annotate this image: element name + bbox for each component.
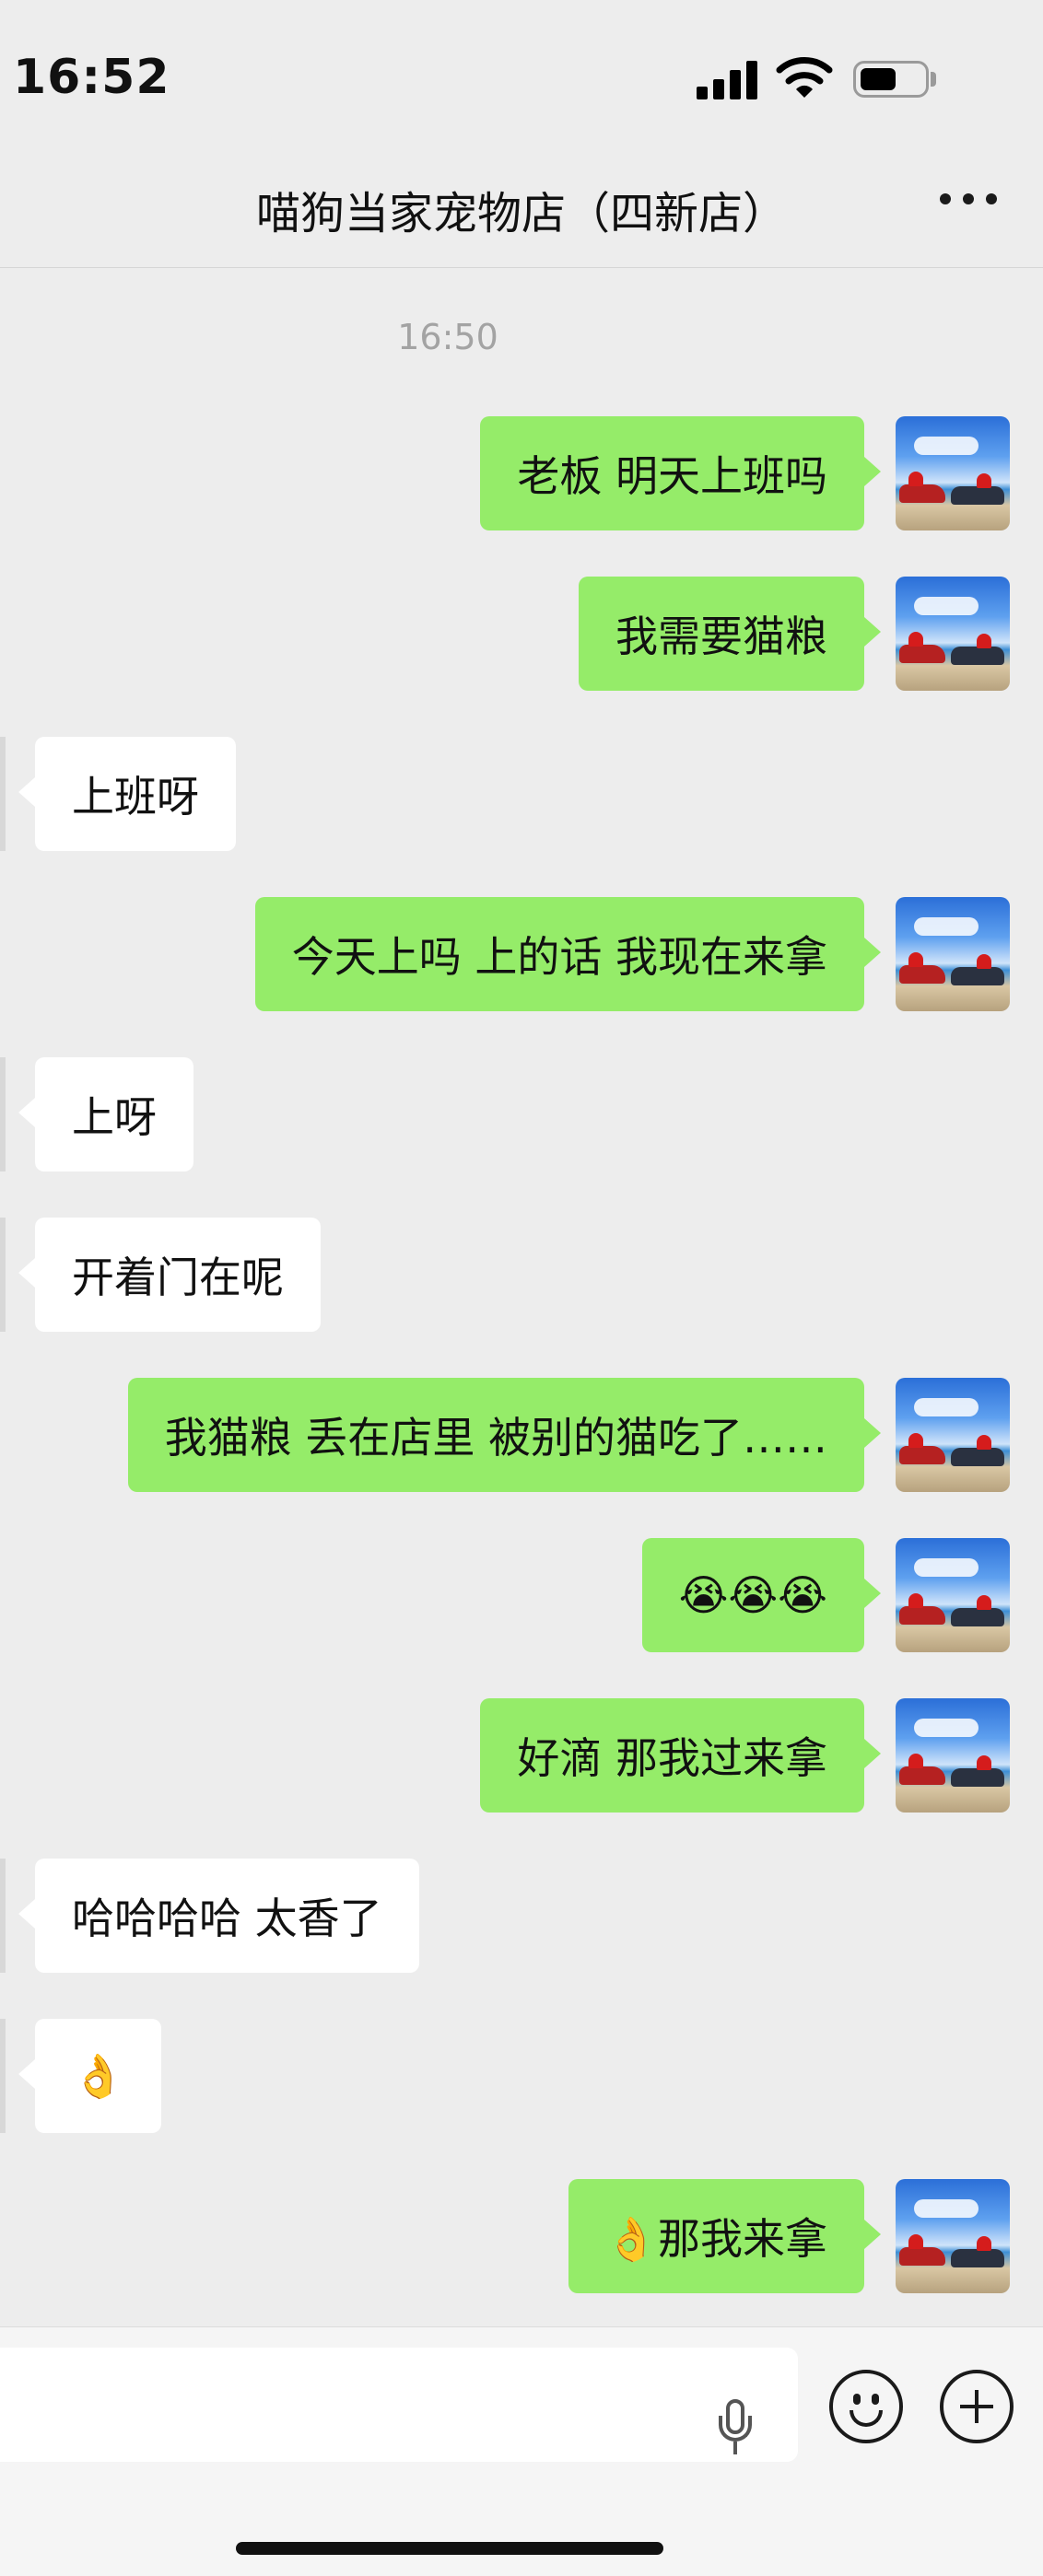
message-row: 开着门在呢	[0, 1218, 1043, 1332]
chat-header: 喵狗当家宠物店（四新店）	[0, 147, 1043, 268]
contact-avatar[interactable]	[0, 2019, 6, 2133]
microphone-icon[interactable]	[719, 2399, 752, 2454]
status-time: 16:52	[13, 50, 170, 105]
my-avatar[interactable]	[896, 1378, 1010, 1492]
chat-title: 喵狗当家宠物店（四新店）	[255, 188, 787, 239]
input-bar	[0, 2326, 1043, 2576]
contact-avatar[interactable]	[0, 737, 6, 851]
message-row: 我猫粮 丢在店里 被别的猫吃了……	[0, 1378, 1043, 1492]
message-row: 😭😭😭	[0, 1538, 1043, 1652]
my-avatar[interactable]	[896, 577, 1010, 691]
plus-icon[interactable]	[940, 2370, 1014, 2443]
outgoing-message[interactable]: 好滴 那我过来拿	[480, 1698, 881, 1813]
message-input[interactable]	[0, 2348, 798, 2462]
message-row: 👌那我来拿	[0, 2179, 1043, 2293]
wifi-icon	[776, 57, 833, 98]
message-row: 好滴 那我过来拿	[0, 1698, 1043, 1813]
outgoing-message[interactable]: 我需要猫粮	[579, 577, 881, 691]
my-avatar[interactable]	[896, 897, 1010, 1011]
outgoing-message[interactable]: 👌那我来拿	[568, 2179, 882, 2293]
message-row: 今天上吗 上的话 我现在来拿	[0, 897, 1043, 1011]
my-avatar[interactable]	[896, 1698, 1010, 1813]
battery-tip	[931, 72, 936, 87]
outgoing-message[interactable]: 😭😭😭	[641, 1538, 882, 1652]
my-avatar[interactable]	[896, 1538, 1010, 1652]
my-avatar[interactable]	[896, 416, 1010, 530]
incoming-message[interactable]: 哈哈哈哈 太香了	[18, 1859, 419, 1973]
emoji-icon[interactable]	[829, 2370, 903, 2443]
home-indicator[interactable]	[236, 2542, 663, 2555]
message-row: 上班呀	[0, 737, 1043, 851]
contact-avatar[interactable]	[0, 1859, 6, 1973]
incoming-message[interactable]: 上班呀	[18, 737, 236, 851]
contact-avatar[interactable]	[0, 1057, 6, 1171]
incoming-message[interactable]: 👌	[18, 2019, 162, 2133]
outgoing-message[interactable]: 今天上吗 上的话 我现在来拿	[254, 897, 882, 1011]
outgoing-message[interactable]: 我猫粮 丢在店里 被别的猫吃了……	[127, 1378, 882, 1492]
message-row: 上呀	[0, 1057, 1043, 1171]
message-row: 老板 明天上班吗	[0, 416, 1043, 530]
my-avatar[interactable]	[896, 2179, 1010, 2293]
more-icon[interactable]	[936, 181, 1001, 217]
status-bar: 16:52	[0, 0, 1043, 147]
incoming-message[interactable]: 开着门在呢	[18, 1218, 321, 1332]
message-row: 我需要猫粮	[0, 577, 1043, 691]
message-row: 哈哈哈哈 太香了	[0, 1859, 1043, 1973]
message-row: 👌	[0, 2019, 1043, 2133]
battery-icon	[853, 61, 929, 98]
contact-avatar[interactable]	[0, 1218, 6, 1332]
cellular-signal-icon	[697, 59, 761, 99]
message-timestamp: 16:50	[397, 317, 498, 357]
outgoing-message[interactable]: 老板 明天上班吗	[480, 416, 881, 530]
incoming-message[interactable]: 上呀	[18, 1057, 193, 1171]
